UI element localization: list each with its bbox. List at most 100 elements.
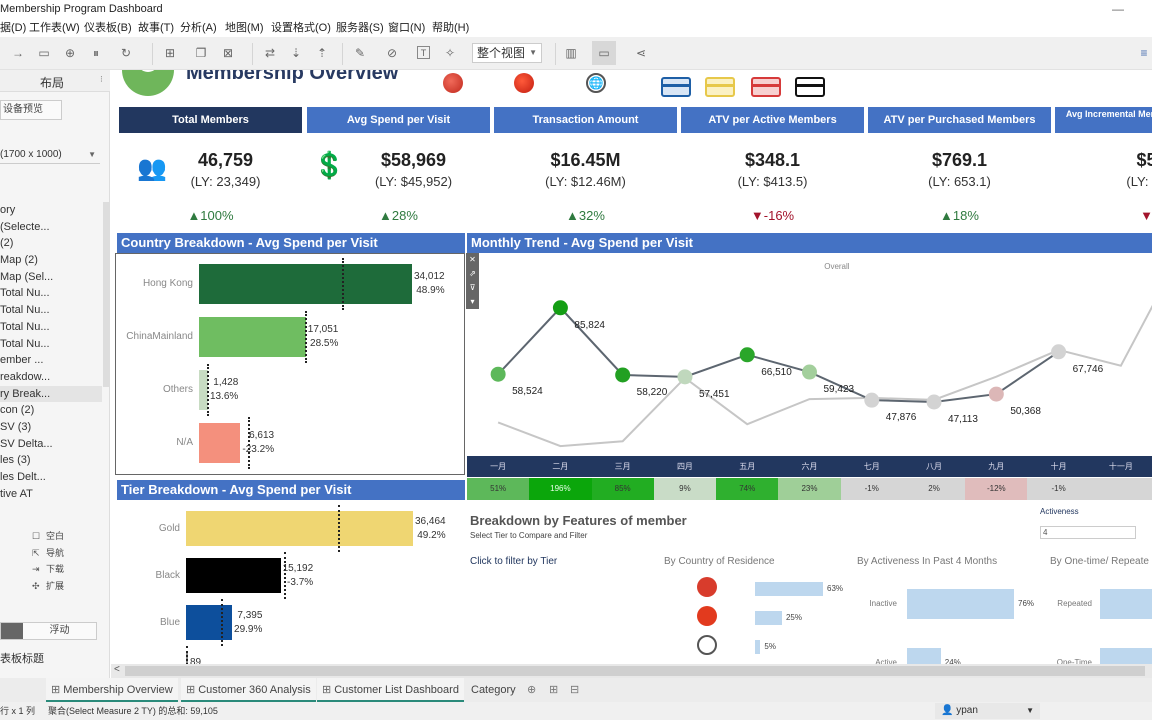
- tab-membership-overview[interactable]: ⊞ Membership Overview: [46, 678, 178, 702]
- trend-point[interactable]: [926, 394, 942, 410]
- country-share-bar[interactable]: [755, 582, 823, 596]
- tab-customer-360[interactable]: ⊞ Customer 360 Analysis: [181, 678, 316, 702]
- activeness-bar[interactable]: [907, 589, 1014, 619]
- pin-icon[interactable]: ✧: [442, 45, 458, 61]
- tile-button[interactable]: [1, 623, 23, 639]
- hierarchy-item[interactable]: Total Nu...: [0, 302, 102, 319]
- repeat-bar[interactable]: [1100, 589, 1152, 619]
- menu-window[interactable]: 窗口(N): [388, 19, 425, 37]
- duplicate-sheet-icon[interactable]: ❐: [193, 45, 209, 61]
- scroll-left-icon[interactable]: <: [114, 664, 120, 675]
- new-story-tab-icon[interactable]: ⊟: [570, 683, 579, 696]
- hierarchy-item[interactable]: ory: [0, 202, 102, 219]
- bar[interactable]: [199, 317, 306, 357]
- bar[interactable]: [186, 605, 233, 640]
- view-size-select[interactable]: 整个视图 ▼: [472, 43, 542, 63]
- redo-icon[interactable]: →: [10, 45, 26, 61]
- hierarchy-item[interactable]: les (3): [0, 452, 102, 469]
- horizontal-scrollbar[interactable]: <: [111, 664, 1152, 678]
- hong-kong-flag-icon[interactable]: [443, 73, 463, 93]
- growth-cell[interactable]: 23%: [778, 478, 841, 500]
- tab-category[interactable]: Category: [466, 678, 521, 702]
- growth-cell[interactable]: -1%: [840, 478, 903, 500]
- show-labels-icon[interactable]: T: [417, 46, 430, 59]
- menu-analysis[interactable]: 分析(A): [180, 19, 217, 37]
- new-dashboard-tab-icon[interactable]: ⊞: [549, 683, 558, 696]
- trend-point[interactable]: [1051, 344, 1067, 360]
- minimize-button[interactable]: —: [1112, 0, 1124, 19]
- user-menu[interactable]: 👤 ypan ▼: [935, 703, 1040, 719]
- size-select[interactable]: (1700 x 1000) ▼: [0, 146, 100, 164]
- bar[interactable]: [186, 511, 413, 546]
- bar[interactable]: [199, 264, 412, 304]
- globe-icon[interactable]: 🌐: [586, 73, 606, 93]
- hierarchy-item[interactable]: (Selecte...: [0, 219, 102, 236]
- hierarchy-item[interactable]: con (2): [0, 402, 102, 419]
- hierarchy-item[interactable]: Total Nu...: [0, 336, 102, 353]
- monthly-trend-chart[interactable]: Overall 58,524 85,824 58,220 57,451 66,510 59,…: [467, 253, 1152, 458]
- black-card-icon[interactable]: [795, 77, 825, 97]
- object-blank[interactable]: ☐ 空白: [32, 528, 64, 545]
- group-icon[interactable]: ⊘: [384, 45, 400, 61]
- hierarchy-item[interactable]: Total Nu...: [0, 285, 102, 302]
- repeat-bar[interactable]: [1100, 648, 1152, 664]
- hierarchy-item[interactable]: ry Break...: [0, 385, 102, 403]
- menu-server[interactable]: 服务器(S): [336, 19, 384, 37]
- trend-point[interactable]: [802, 364, 817, 380]
- share-icon[interactable]: ⋖: [633, 45, 649, 61]
- trend-point[interactable]: [490, 366, 506, 382]
- trend-point[interactable]: [552, 300, 568, 316]
- layout-tab[interactable]: 布局 ⁝: [0, 70, 110, 92]
- blue-card-icon[interactable]: [661, 77, 691, 97]
- hierarchy-item[interactable]: reakdow...: [0, 369, 102, 386]
- trend-point[interactable]: [988, 386, 1004, 402]
- growth-cell[interactable]: 51%: [467, 478, 530, 500]
- object-extension[interactable]: ✣ 扩展: [32, 578, 64, 595]
- country-share-bar[interactable]: [755, 640, 761, 654]
- activeness-filter-input[interactable]: 4: [1040, 526, 1136, 539]
- hierarchy-item[interactable]: ember ...: [0, 352, 102, 369]
- growth-cell[interactable]: 74%: [716, 478, 779, 500]
- tab-menu-icon[interactable]: ⁝: [100, 74, 103, 85]
- sort-asc-icon[interactable]: ⇣: [288, 45, 304, 61]
- hierarchy-item[interactable]: SV Delta...: [0, 436, 102, 453]
- menu-map[interactable]: 地图(M): [225, 19, 264, 37]
- trend-point[interactable]: [864, 392, 880, 408]
- float-button[interactable]: 浮动: [23, 623, 96, 639]
- save-icon[interactable]: ▭: [36, 45, 52, 61]
- new-worksheet-tab-icon[interactable]: ⊕: [527, 683, 536, 696]
- new-datasource-icon[interactable]: ⊕: [62, 45, 78, 61]
- show-me-panel-icon[interactable]: ≡: [1136, 45, 1152, 61]
- menu-data[interactable]: 据(D): [0, 19, 26, 37]
- activeness-bar[interactable]: [907, 648, 941, 664]
- hierarchy-item[interactable]: Map (Sel...: [0, 269, 102, 286]
- bar[interactable]: [199, 423, 241, 463]
- growth-cell[interactable]: 196%: [529, 478, 592, 500]
- refresh-icon[interactable]: ↻: [118, 45, 134, 61]
- hierarchy-item[interactable]: (2): [0, 235, 102, 252]
- growth-cell[interactable]: 9%: [653, 478, 717, 500]
- pause-update-icon[interactable]: ⏸: [88, 45, 104, 61]
- swap-icon[interactable]: ⇄: [262, 45, 278, 61]
- hierarchy-item[interactable]: SV (3): [0, 419, 102, 436]
- gold-card-icon[interactable]: [705, 77, 735, 97]
- new-worksheet-icon[interactable]: ⊞: [162, 45, 178, 61]
- clear-sheet-icon[interactable]: ⊠: [220, 45, 236, 61]
- tab-customer-list[interactable]: ⊞ Customer List Dashboard: [317, 678, 464, 702]
- menu-dashboard[interactable]: 仪表板(B): [84, 19, 132, 37]
- menu-help[interactable]: 帮助(H): [432, 19, 469, 37]
- list-scrollbar[interactable]: [103, 202, 109, 387]
- menu-format[interactable]: 设置格式(O): [271, 19, 331, 37]
- device-preview-button[interactable]: 设备预览: [0, 100, 62, 120]
- country-share-bar[interactable]: [755, 611, 782, 625]
- hierarchy-item[interactable]: Map (2): [0, 252, 102, 269]
- hierarchy-item[interactable]: les Delt...: [0, 469, 102, 486]
- growth-cell[interactable]: 85%: [591, 478, 654, 500]
- bar[interactable]: [186, 558, 281, 593]
- menu-worksheet[interactable]: 工作表(W): [29, 19, 80, 37]
- red-card-icon[interactable]: [751, 77, 781, 97]
- growth-cell[interactable]: -1%: [1027, 478, 1090, 500]
- trend-point[interactable]: [739, 347, 755, 363]
- object-download[interactable]: ⇥ 下载: [32, 561, 64, 578]
- trend-point[interactable]: [615, 367, 631, 383]
